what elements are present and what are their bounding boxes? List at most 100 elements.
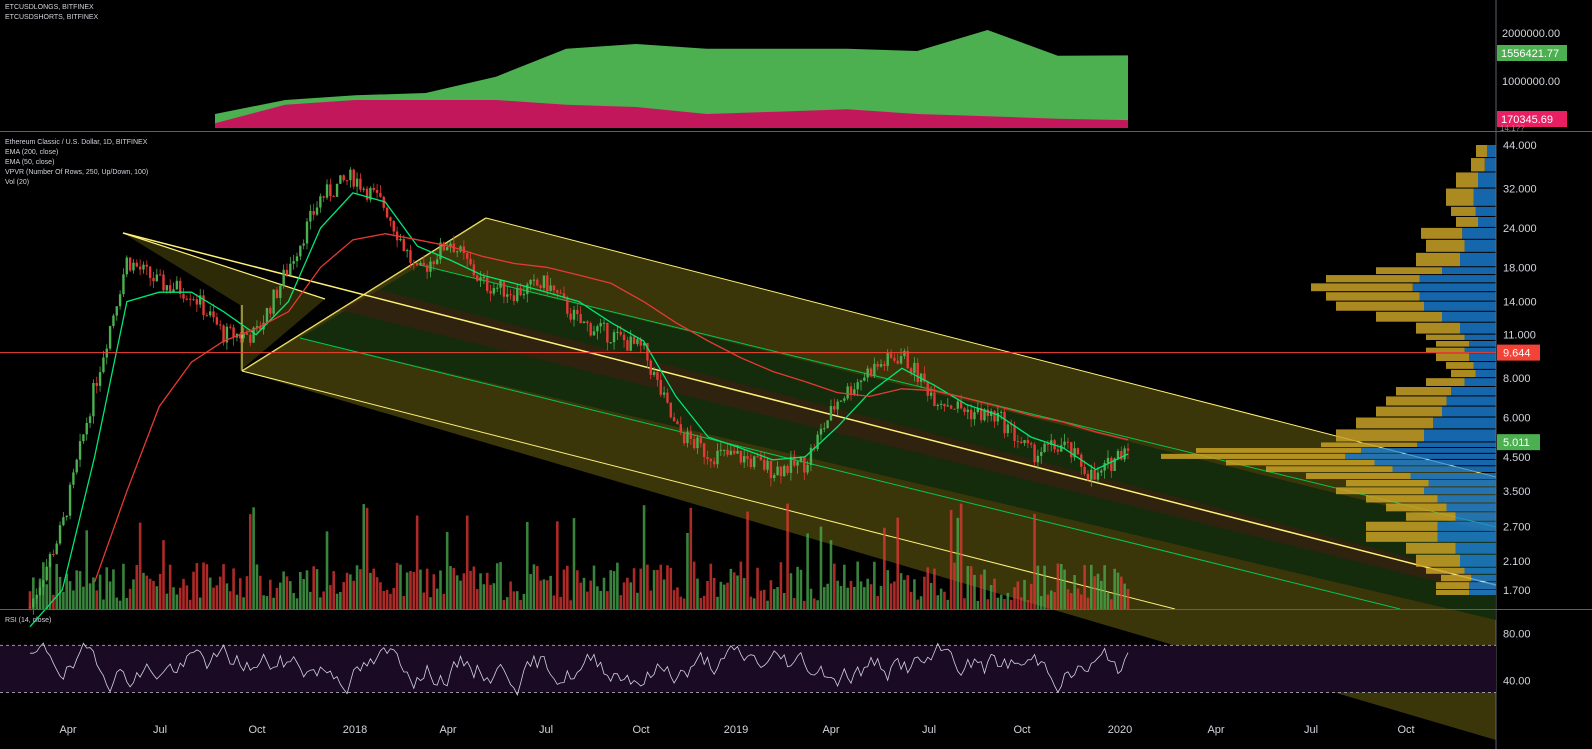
volume-bar: [475, 589, 479, 609]
volume-bar: [392, 587, 396, 609]
vpvr-up-bar: [1469, 590, 1496, 595]
candle-body: [709, 459, 713, 462]
volume-bar: [833, 563, 836, 609]
candle-body: [743, 456, 746, 463]
volume-bar: [1059, 563, 1063, 609]
volume-bar: [85, 530, 89, 609]
candle-body: [92, 383, 95, 417]
volume-bar: [415, 515, 419, 609]
candle-body: [1086, 473, 1090, 480]
volume-bar: [235, 594, 239, 609]
vpvr-down-bar: [1406, 512, 1456, 521]
volume-bar: [502, 600, 506, 609]
volume-bar: [609, 570, 613, 609]
candle-body: [349, 169, 352, 181]
volume-bar: [125, 597, 129, 609]
vpvr-up-bar: [1475, 206, 1496, 216]
volume-bar: [919, 596, 923, 609]
candle-body: [72, 472, 75, 485]
legend-ema200[interactable]: EMA (200, close): [5, 148, 148, 158]
candle-body: [746, 456, 749, 459]
candle-body: [172, 289, 175, 292]
candle-body: [422, 262, 426, 266]
volume-bar: [849, 580, 853, 609]
rsi-scale-label: 40.00: [1503, 676, 1531, 688]
candle-body: [896, 360, 899, 364]
vpvr-up-bar: [1487, 145, 1496, 158]
legend-symbol[interactable]: Ethereum Classic / U.S. Dollar, 1D, BITF…: [5, 138, 148, 148]
vpvr-up-bar: [1437, 495, 1496, 503]
candle-body: [1036, 455, 1040, 463]
time-axis[interactable]: Apr Jul Oct 2018 Apr Jul Oct 2019 Apr Jul Oct 2020 A…: [59, 724, 1414, 736]
volume-bar: [869, 584, 873, 609]
candle-body: [455, 251, 459, 253]
volume-bar: [843, 564, 846, 609]
time-axis-label: Oct: [1397, 724, 1414, 736]
price-scale-label: 14.000: [1503, 297, 1537, 309]
volume-bar: [656, 569, 659, 609]
candle-body: [1043, 443, 1046, 452]
volume-bar: [1039, 596, 1043, 609]
legend-vol[interactable]: Vol (20): [5, 178, 148, 188]
candle-body: [269, 307, 272, 314]
vpvr-down-bar: [1366, 495, 1438, 503]
volume-bar: [1036, 565, 1040, 609]
main-price-scale[interactable]: 44.000 32.000 24.000 18.000 14.000 11.000 8.00…: [1497, 124, 1540, 597]
vpvr-up-bar: [1374, 459, 1496, 466]
volume-bar: [248, 514, 252, 609]
candle-body: [722, 449, 726, 451]
vpvr-down-bar: [1451, 206, 1476, 216]
volume-bar: [228, 591, 232, 609]
volume-bar: [218, 576, 222, 609]
volume-bar: [946, 599, 950, 609]
candle-body: [78, 441, 82, 460]
legend-rsi[interactable]: RSI (14, close): [5, 616, 51, 626]
vpvr-up-bar: [1455, 512, 1496, 521]
volume-bar: [115, 597, 119, 609]
price-scale-label: 2.700: [1503, 522, 1531, 534]
vpvr-up-bar: [1424, 487, 1496, 495]
volume-bar: [95, 590, 99, 609]
legend-ema50[interactable]: EMA (50, close): [5, 158, 148, 168]
vpvr-up-bar: [1464, 334, 1496, 340]
candle-body: [1100, 470, 1103, 473]
vpvr-down-bar: [1376, 406, 1442, 417]
volume-bar: [689, 507, 693, 609]
volume-bar: [535, 566, 539, 609]
volume-bar: [379, 582, 382, 609]
volume-bar: [1026, 600, 1030, 609]
legend-vpvr[interactable]: VPVR (Number Of Rows, 250, Up/Down, 100): [5, 168, 148, 178]
candle-body: [476, 275, 479, 281]
volume-bar: [606, 591, 609, 609]
candle-body: [329, 184, 332, 197]
volume-bar: [489, 584, 492, 609]
vpvr-down-bar: [1306, 472, 1411, 479]
vpvr-up-bar: [1469, 353, 1496, 362]
volume-bar: [1113, 568, 1116, 609]
pane-separator[interactable]: [0, 131, 1592, 132]
vpvr-up-bar: [1442, 406, 1496, 417]
trading-chart[interactable]: 2000000.001000000.001556421.77170345.69 …: [0, 0, 1592, 749]
volume-bar: [669, 567, 673, 609]
volume-bar: [562, 569, 566, 609]
volume-bar: [572, 518, 576, 609]
candle-body: [883, 364, 886, 366]
volume-bar: [622, 582, 626, 609]
candle-body: [125, 257, 128, 275]
volume-bar: [522, 593, 526, 609]
candle-body: [212, 311, 215, 318]
volume-bar: [929, 582, 933, 609]
candle-body: [696, 437, 699, 449]
volume-bar: [726, 582, 729, 609]
time-axis-label: Apr: [439, 724, 456, 736]
volume-bar: [599, 590, 602, 609]
volume-bar: [145, 575, 149, 609]
candle-body: [128, 257, 132, 271]
volume-bar: [722, 584, 726, 609]
volume-bar: [195, 563, 199, 609]
vpvr-up-bar: [1478, 172, 1496, 188]
candle-body: [332, 196, 335, 198]
vpvr-up-bar: [1464, 378, 1496, 386]
candle-body: [265, 307, 269, 323]
pane-separator[interactable]: [0, 609, 1592, 610]
